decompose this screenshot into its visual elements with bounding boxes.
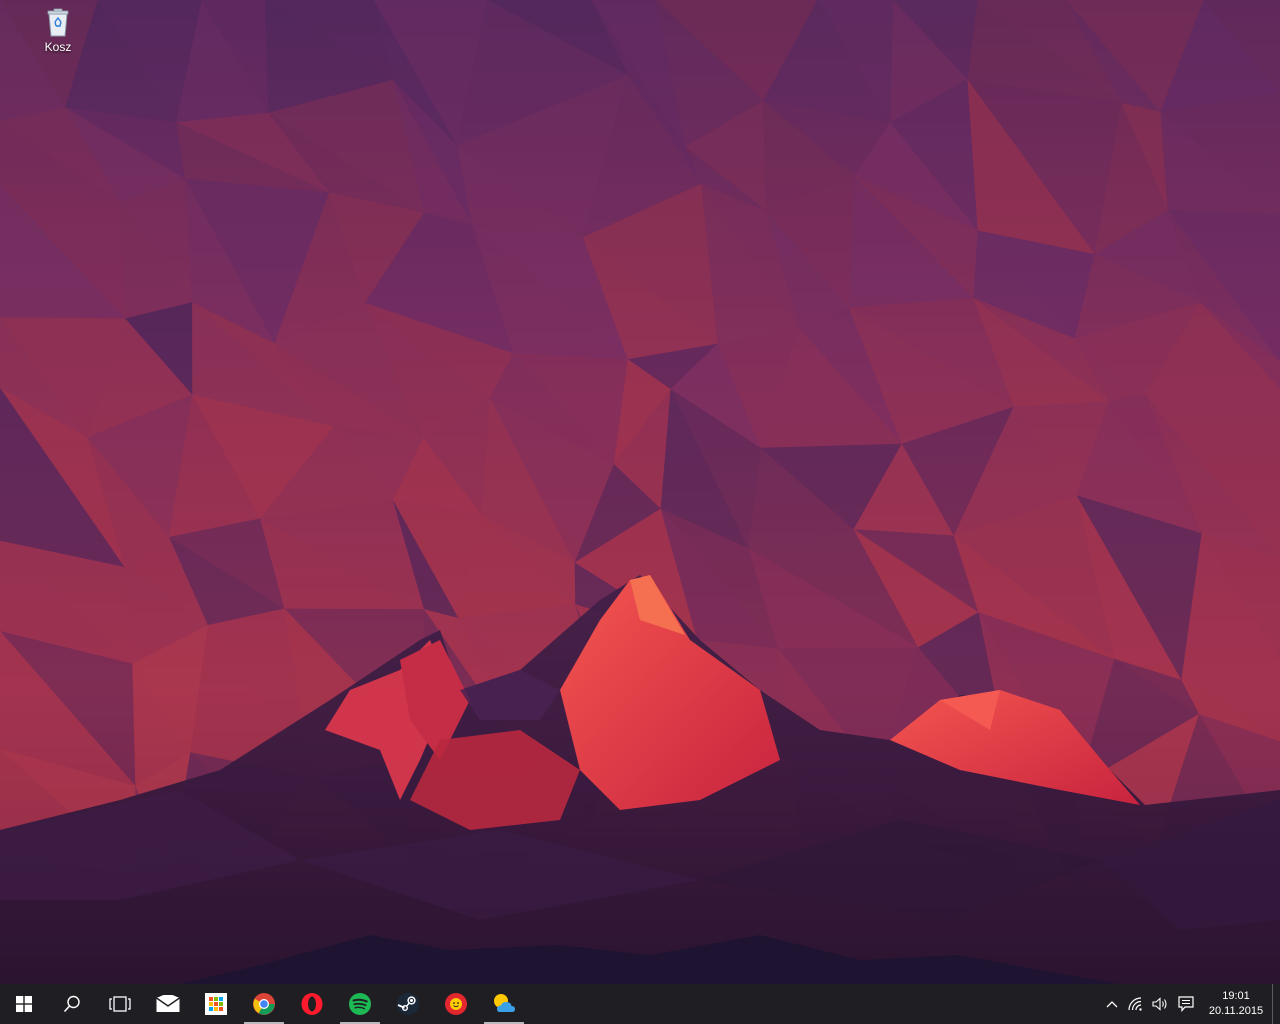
opera-app-button[interactable] <box>288 984 336 1024</box>
volume-button[interactable] <box>1148 984 1172 1024</box>
search-icon <box>63 995 80 1013</box>
action-center-button[interactable] <box>1172 984 1200 1024</box>
desktop[interactable]: Kosz <box>0 0 1280 984</box>
recycle-bin-icon <box>47 8 69 37</box>
task-view-button[interactable] <box>96 984 144 1024</box>
clock-date: 20.11.2015 <box>1208 1005 1264 1017</box>
spotify-icon <box>349 993 371 1015</box>
wifi-icon <box>1128 997 1142 1011</box>
wallpaper <box>0 0 1280 984</box>
windows-logo-icon <box>16 996 32 1012</box>
sunny-app-button[interactable] <box>432 984 480 1024</box>
chrome-icon <box>253 993 275 1015</box>
mail-app-button[interactable] <box>144 984 192 1024</box>
weather-app-button[interactable] <box>480 984 528 1024</box>
clock-time: 19:01 <box>1222 990 1250 1002</box>
desktop-icon-label: Kosz <box>44 40 72 54</box>
volume-icon <box>1152 997 1167 1011</box>
store-app-button[interactable] <box>192 984 240 1024</box>
start-button[interactable] <box>0 984 48 1024</box>
desktop-icon-recycle-bin[interactable]: Kosz <box>30 6 86 54</box>
show-desktop-button[interactable] <box>1272 984 1280 1024</box>
task-view-icon <box>109 996 131 1012</box>
sun-face-icon <box>445 993 467 1015</box>
search-button[interactable] <box>48 984 96 1024</box>
clock[interactable]: 19:01 20.11.2015 <box>1200 984 1272 1024</box>
show-hidden-icons-button[interactable] <box>1100 984 1124 1024</box>
steam-app-button[interactable] <box>384 984 432 1024</box>
system-tray: 19:01 20.11.2015 <box>1100 984 1280 1024</box>
steam-icon <box>397 993 419 1015</box>
network-button[interactable] <box>1124 984 1148 1024</box>
store-icon <box>205 993 227 1015</box>
spotify-app-button[interactable] <box>336 984 384 1024</box>
opera-icon <box>301 993 323 1015</box>
chrome-app-button[interactable] <box>240 984 288 1024</box>
chevron-up-icon <box>1106 1001 1118 1008</box>
action-center-icon <box>1178 996 1194 1012</box>
taskbar: 19:01 20.11.2015 <box>0 984 1280 1024</box>
weather-icon <box>494 994 515 1012</box>
mail-icon <box>156 995 180 1012</box>
